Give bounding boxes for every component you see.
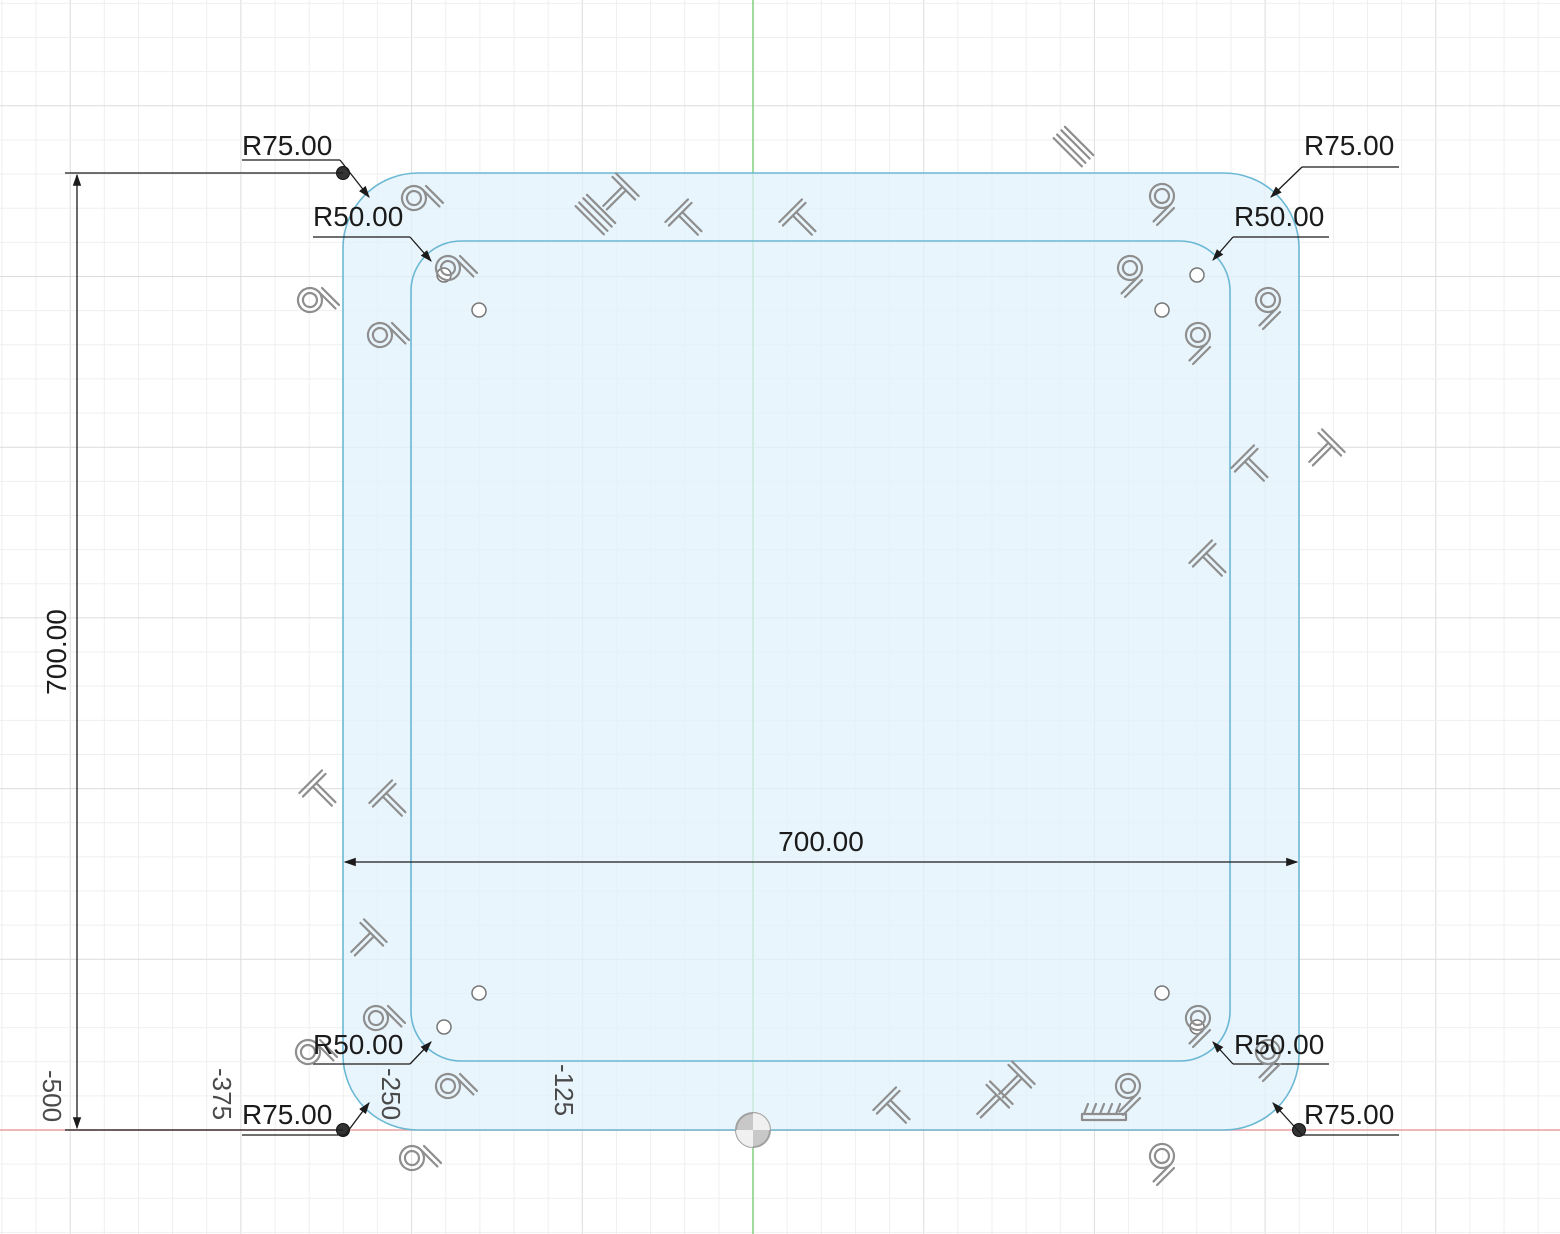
- ruler-label: -375: [207, 1068, 237, 1120]
- center-point: [1154, 985, 1170, 1001]
- height-dimension-label[interactable]: 700.00: [41, 609, 72, 695]
- width-dimension-label[interactable]: 700.00: [778, 826, 864, 857]
- ruler-label: -125: [549, 1064, 579, 1116]
- radius-label-inner-tr[interactable]: R50.00: [1234, 201, 1324, 232]
- radius-label-outer-tr[interactable]: R75.00: [1304, 130, 1394, 161]
- outer-rounded-rectangle[interactable]: [342, 172, 1300, 1131]
- parallel-icon[interactable]: [1052, 125, 1095, 168]
- ruler-label: -500: [37, 1070, 67, 1122]
- radius-label-inner-tl[interactable]: R50.00: [313, 201, 403, 232]
- center-point: [471, 302, 487, 318]
- center-point: [471, 985, 487, 1001]
- center-point: [1154, 302, 1170, 318]
- ruler-label: -250: [376, 1068, 406, 1120]
- horizontal-icon[interactable]: [1299, 428, 1346, 474]
- radius-label-outer-br[interactable]: R75.00: [1304, 1099, 1394, 1130]
- radius-label-inner-br[interactable]: R50.00: [1234, 1029, 1324, 1060]
- tangent-icon[interactable]: [293, 279, 341, 325]
- radius-label-inner-bl[interactable]: R50.00: [313, 1029, 403, 1060]
- radius-label-outer-tl[interactable]: R75.00: [242, 130, 332, 161]
- origin-icon[interactable]: [735, 1112, 771, 1148]
- center-point: [436, 1019, 452, 1035]
- height-dimension[interactable]: 700.00: [41, 172, 343, 1131]
- tangent-icon[interactable]: [1137, 1139, 1183, 1187]
- center-point: [1189, 267, 1205, 283]
- horizontal-icon[interactable]: [298, 769, 344, 815]
- sketch-canvas[interactable]: 700.00 700.00 -500 -375 -250 -125 R75.00…: [0, 0, 1560, 1234]
- radius-label-outer-bl[interactable]: R75.00: [242, 1099, 332, 1130]
- tangent-icon[interactable]: [395, 1137, 443, 1183]
